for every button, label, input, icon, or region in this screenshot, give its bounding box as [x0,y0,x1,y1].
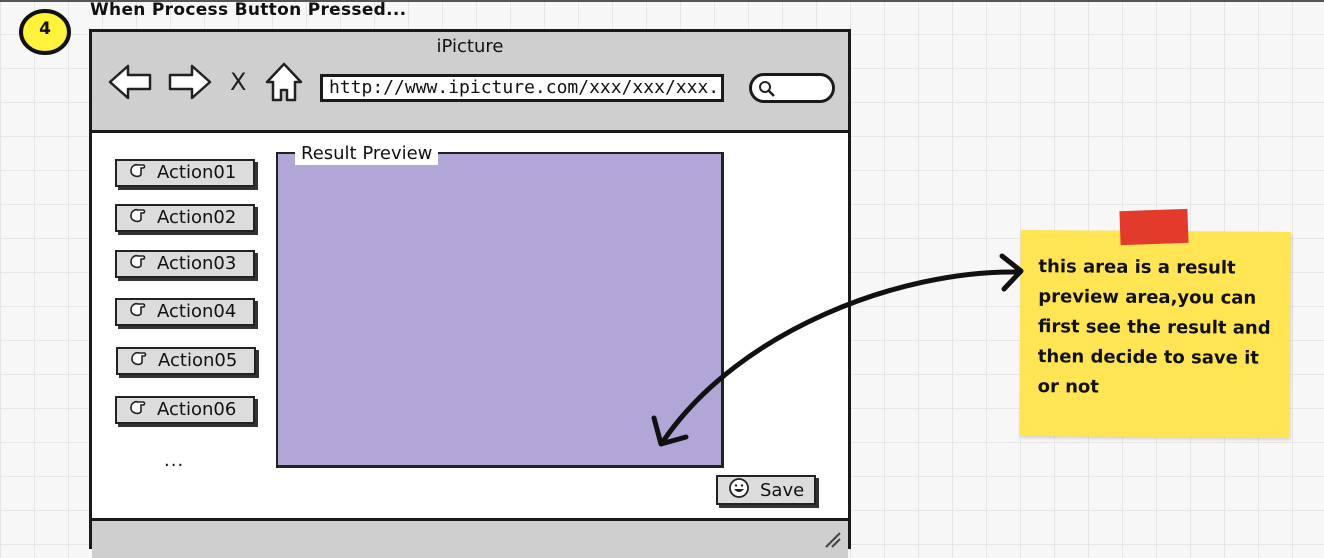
step-badge: 4 [18,6,72,56]
action06-button[interactable]: Action06 [115,396,255,424]
result-preview-area [276,152,724,468]
arrow-left-icon[interactable] [107,62,153,102]
sticky-note-text: this area is a result preview area,you c… [1037,256,1271,398]
home-icon[interactable] [264,60,304,104]
hand-icon [129,161,147,185]
sticky-note: this area is a result preview area,you c… [1019,230,1291,438]
hand-icon [129,398,147,422]
window-title: iPicture [436,36,504,57]
action01-button[interactable]: Action01 [115,159,255,187]
result-preview-legend: Result Preview [295,143,439,165]
hand-icon [129,300,147,324]
step-number: 4 [39,19,51,39]
hand-icon [129,252,147,276]
action02-button[interactable]: Action02 [115,204,255,232]
action-label: Action01 [157,162,237,183]
action-label: Action03 [157,253,237,274]
browser-window: iPicture X http://www.ipicture.com/xxx/x… [89,29,851,558]
tape-strip [1119,208,1189,246]
more-actions-ellipsis: ... [164,450,185,471]
action04-button[interactable]: Action04 [115,298,255,326]
action-label: Action06 [157,399,237,420]
url-input[interactable]: http://www.ipicture.com/xxx/xxx/xxx... [320,74,724,102]
scene-title: When Process Button Pressed... [90,0,407,20]
action03-button[interactable]: Action03 [115,250,255,278]
arrow-right-icon[interactable] [167,62,213,102]
action-label: Action02 [157,207,237,228]
save-label: Save [760,479,805,501]
action-label: Action04 [157,301,237,322]
search-input[interactable] [749,73,835,103]
save-button[interactable]: Save [716,475,816,505]
action-label: Action05 [158,350,238,371]
hand-icon [130,349,148,373]
search-icon [758,80,776,102]
smiley-icon [728,477,750,504]
stop-button[interactable]: X [230,68,246,96]
action05-button[interactable]: Action05 [116,347,256,375]
status-bar [92,518,848,558]
resize-grip-icon[interactable] [820,527,842,553]
browser-toolbar: iPicture X http://www.ipicture.com/xxx/x… [92,32,848,133]
hand-icon [129,206,147,230]
